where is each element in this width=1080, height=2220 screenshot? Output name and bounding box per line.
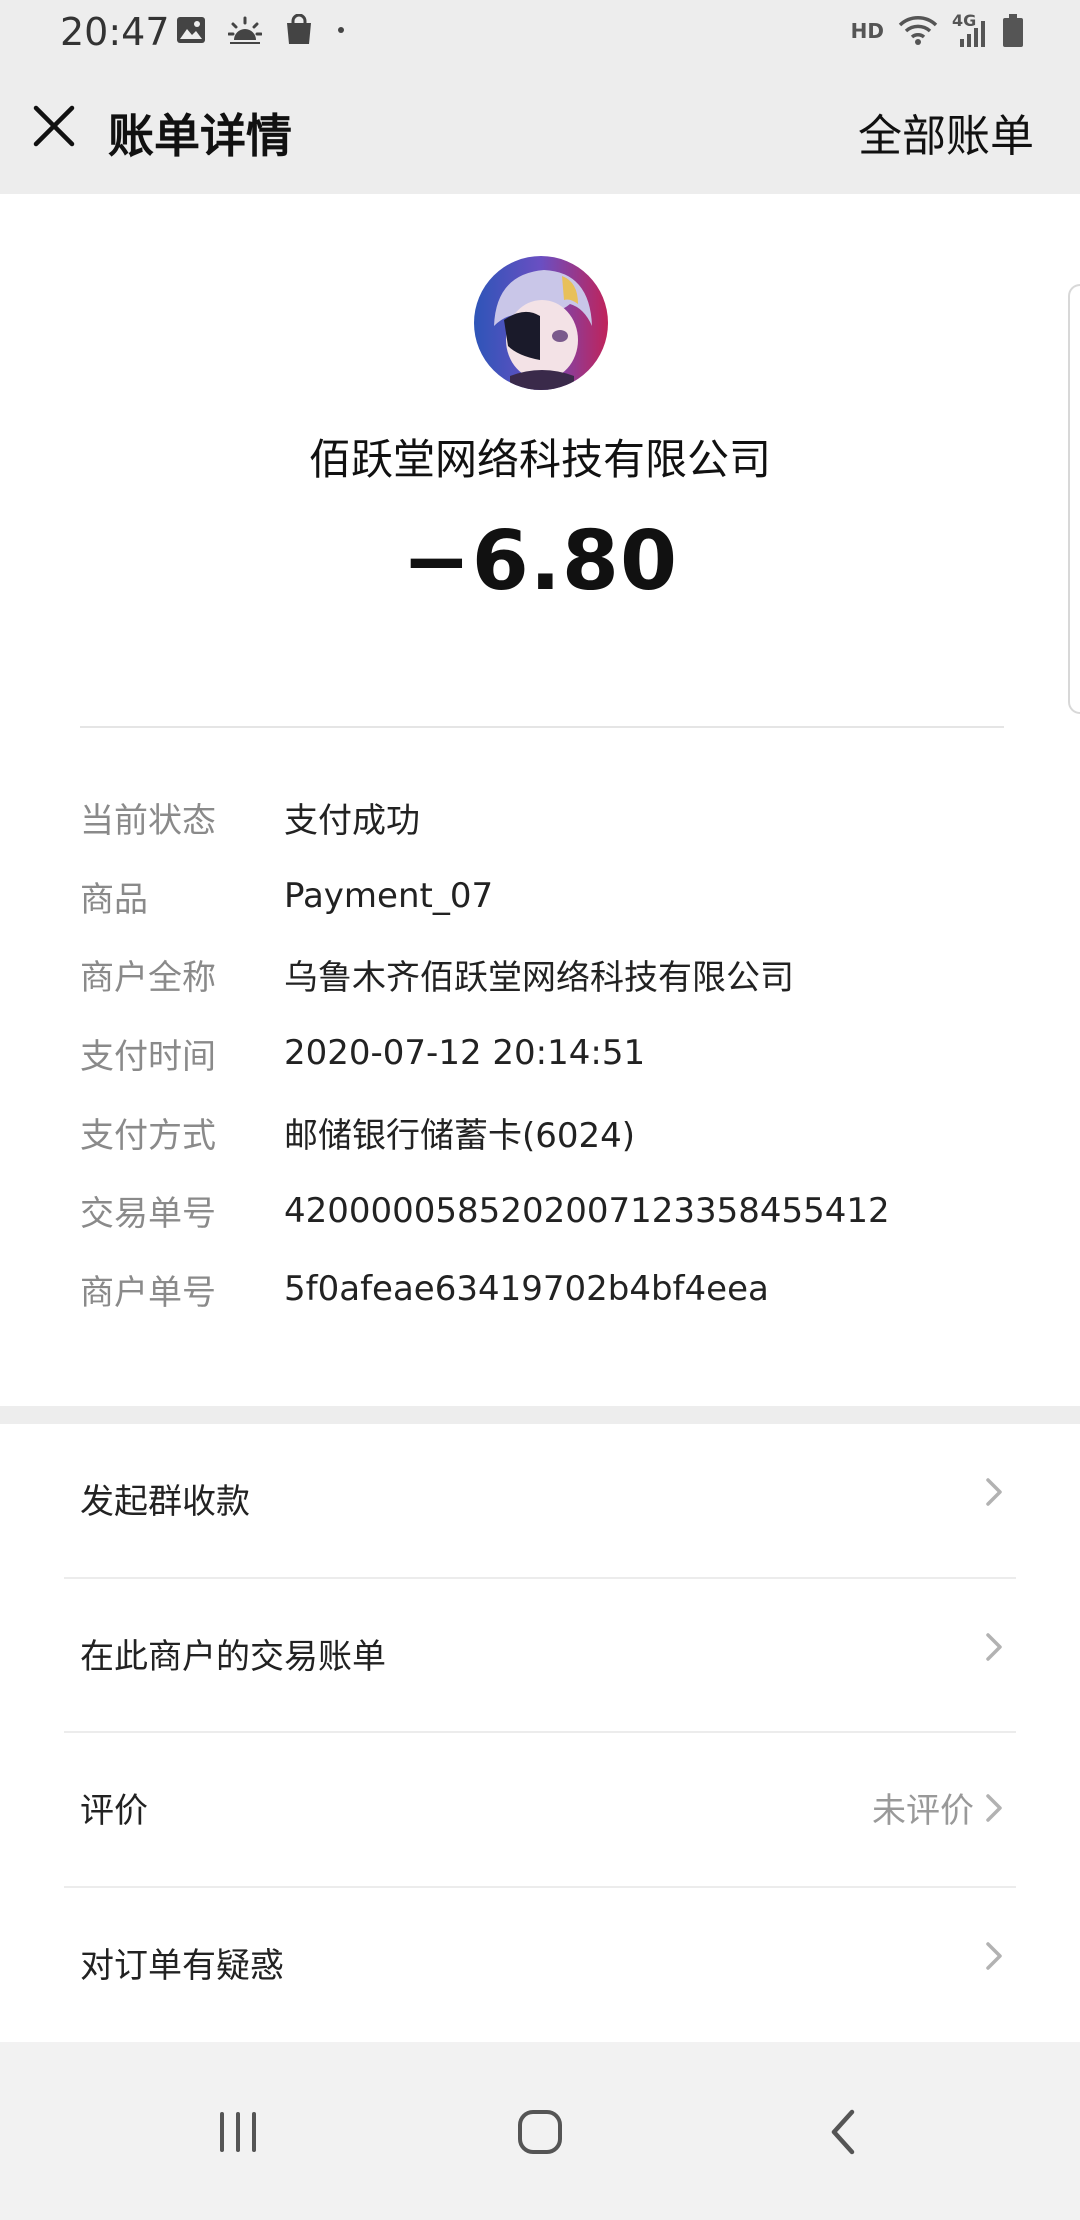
dot-icon (338, 27, 344, 33)
detail-row-merchant-full-name: 商户全称 乌鲁木齐佰跃堂网络科技有限公司 (80, 935, 1004, 1014)
shopping-bag-icon (287, 14, 311, 44)
battery-icon (1003, 14, 1023, 47)
review-status: 未评价 (872, 1791, 974, 1831)
detail-value: 2020-07-12 20:14:51 (284, 1033, 646, 1074)
hd-label: HD (850, 19, 884, 43)
system-navigation-bar (0, 2042, 1080, 2220)
nav-bar: 账单详情 全部账单 (0, 64, 1080, 194)
signal-icon (960, 21, 985, 47)
divider (80, 726, 1004, 728)
detail-label: 商户全称 (80, 958, 216, 999)
status-time: 20:47 (60, 10, 170, 54)
signal-group: 4G (952, 11, 988, 47)
detail-label: 当前状态 (80, 800, 216, 841)
bill-details: 当前状态 支付成功 商品 Payment_07 商户全称 乌鲁木齐佰跃堂网络科技… (80, 778, 1004, 1329)
detail-value: 乌鲁木齐佰跃堂网络科技有限公司 (284, 958, 794, 999)
wifi-icon (898, 16, 938, 45)
detail-row-merchant-order-id: 商户单号 5f0afeae63419702b4bf4eea (80, 1250, 1004, 1329)
status-notification-icons (176, 14, 346, 46)
detail-label: 交易单号 (80, 1194, 216, 1235)
home-icon[interactable] (510, 2102, 570, 2162)
detail-row-status: 当前状态 支付成功 (80, 778, 1004, 857)
detail-row-transaction-id: 交易单号 4200000585202007123358455412 (80, 1171, 1004, 1250)
back-icon[interactable] (814, 2102, 874, 2162)
side-scroll-handle[interactable] (1068, 284, 1080, 714)
detail-row-payment-method: 支付方式 邮储银行储蓄卡(6024) (80, 1093, 1004, 1172)
menu-item-order-question[interactable]: 对订单有疑惑 (64, 1888, 1016, 2043)
detail-value: 4200000585202007123358455412 (284, 1190, 890, 1231)
detail-value: Payment_07 (284, 876, 494, 917)
menu-item-label: 评价 (80, 1791, 148, 1831)
page-title: 账单详情 (108, 109, 292, 163)
menu-item-label: 发起群收款 (80, 1482, 250, 1522)
detail-label: 支付方式 (80, 1115, 216, 1156)
merchant-avatar (474, 256, 608, 390)
detail-label: 商品 (80, 879, 148, 920)
image-icon (177, 17, 205, 43)
close-icon[interactable] (26, 98, 82, 154)
menu-item-label: 在此商户的交易账单 (80, 1636, 386, 1677)
chevron-right-icon (986, 1941, 1002, 1970)
all-bills-link[interactable]: 全部账单 (858, 100, 1034, 164)
status-system-icons: HD 4G (850, 11, 1024, 48)
detail-value: 邮储银行储蓄卡(6024) (284, 1115, 636, 1156)
detail-row-product: 商品 Payment_07 (80, 857, 1004, 936)
detail-label: 商户单号 (80, 1272, 216, 1313)
recent-apps-icon[interactable] (208, 2102, 268, 2162)
detail-value: 5f0afeae63419702b4bf4eea (284, 1269, 769, 1310)
detail-value: 支付成功 (284, 800, 420, 841)
detail-row-payment-time: 支付时间 2020-07-12 20:14:51 (80, 1014, 1004, 1093)
status-bar: 20:47 HD 4G (0, 0, 1080, 64)
weather-icon (228, 16, 262, 44)
action-menu: 发起群收款 在此商户的交易账单 评价 未评价 对订单有疑惑 (0, 1424, 1080, 2042)
chevron-right-icon (986, 1793, 1002, 1822)
menu-item-group-collection[interactable]: 发起群收款 (64, 1424, 1016, 1579)
chevron-right-icon (986, 1478, 1002, 1506)
bill-amount: −6.80 (401, 514, 679, 609)
chevron-right-icon (986, 1632, 1002, 1661)
menu-item-label: 对订单有疑惑 (80, 1945, 284, 1986)
detail-label: 支付时间 (80, 1036, 216, 1077)
merchant-name: 佰跃堂网络科技有限公司 (308, 435, 771, 484)
menu-item-review[interactable]: 评价 未评价 (64, 1733, 1016, 1888)
bill-card: 佰跃堂网络科技有限公司 −6.80 当前状态 支付成功 商品 Payment_0… (0, 194, 1080, 1406)
menu-item-merchant-bills[interactable]: 在此商户的交易账单 (64, 1579, 1016, 1733)
